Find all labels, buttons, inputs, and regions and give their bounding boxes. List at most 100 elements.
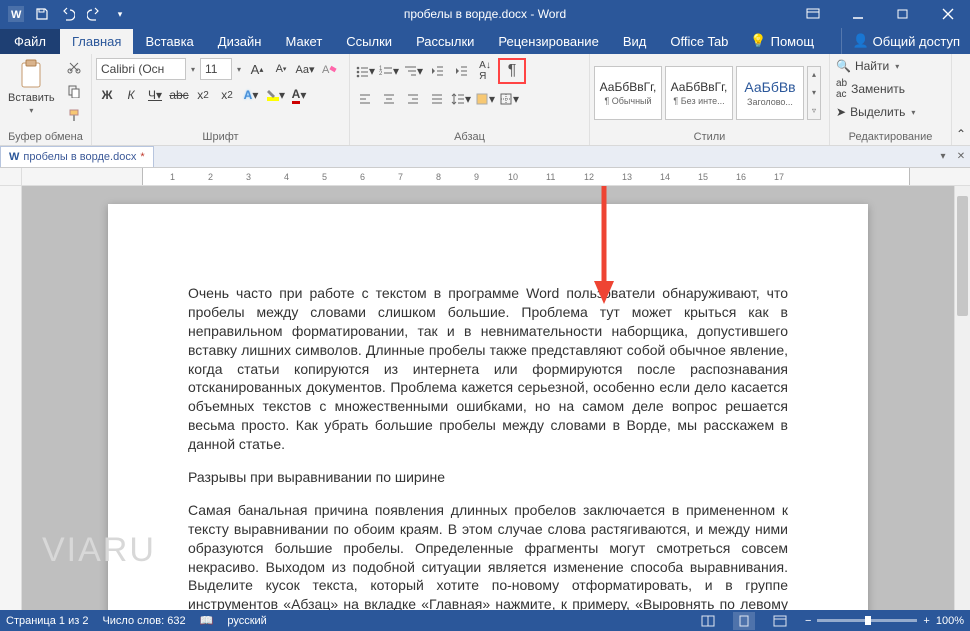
tab-insert[interactable]: Вставка (133, 29, 205, 54)
font-name-input[interactable]: Calibri (Осн (96, 58, 186, 80)
share-button[interactable]: 👤Общий доступ (841, 28, 970, 54)
sort-icon[interactable]: А↓Я (474, 60, 496, 82)
ribbon-options-icon[interactable] (790, 0, 835, 28)
status-page[interactable]: Страница 1 из 2 (6, 615, 88, 627)
tell-me[interactable]: 💡Помощ (740, 28, 824, 54)
cut-icon[interactable] (63, 56, 85, 78)
close-button[interactable] (925, 0, 970, 28)
status-spellcheck-icon[interactable]: 📖 (200, 614, 214, 627)
zoom-level[interactable]: 100% (936, 615, 964, 627)
styles-up-icon[interactable]: ▴ (808, 70, 820, 79)
web-layout-icon[interactable] (769, 612, 791, 630)
svg-text:7: 7 (398, 172, 403, 182)
vertical-scrollbar[interactable] (954, 186, 970, 610)
align-right-icon[interactable] (402, 88, 424, 110)
status-word-count[interactable]: Число слов: 632 (102, 615, 185, 627)
doctab-close-icon[interactable]: ✕ (952, 148, 970, 166)
horizontal-ruler[interactable]: 1234567891011121314151617 (0, 168, 970, 186)
italic-icon[interactable]: К (120, 84, 142, 106)
tab-references[interactable]: Ссылки (334, 29, 404, 54)
font-size-input[interactable]: 11 (200, 58, 232, 80)
shading-icon[interactable]: ▾ (474, 88, 496, 110)
document-canvas[interactable]: Очень часто при работе с текстом в прогр… (22, 186, 954, 610)
styles-down-icon[interactable]: ▾ (808, 88, 820, 97)
multilevel-list-icon[interactable]: ▾ (402, 60, 424, 82)
svg-text:6: 6 (360, 172, 365, 182)
justify-icon[interactable] (426, 88, 448, 110)
increase-indent-icon[interactable] (450, 60, 472, 82)
tab-home[interactable]: Главная (60, 29, 133, 54)
maximize-button[interactable] (880, 0, 925, 28)
style-normal[interactable]: АаБбВвГг,¶ Обычный (594, 66, 662, 120)
status-language[interactable]: русский (227, 615, 266, 627)
styles-more-icon[interactable]: ▿ (808, 106, 820, 115)
paste-button[interactable]: Вставить ▾ (4, 56, 59, 117)
tab-mailings[interactable]: Рассылки (404, 29, 486, 54)
tab-design[interactable]: Дизайн (206, 29, 274, 54)
line-spacing-icon[interactable]: ▾ (450, 88, 472, 110)
show-hide-pilcrow-button[interactable]: ¶ (498, 58, 526, 84)
svg-text:8: 8 (436, 172, 441, 182)
font-size-dd[interactable]: ▾ (234, 65, 244, 74)
zoom-slider[interactable] (817, 619, 917, 622)
svg-text:9: 9 (474, 172, 479, 182)
document-tab[interactable]: W пробелы в ворде.docx * (0, 146, 154, 167)
svg-text:17: 17 (774, 172, 784, 182)
clear-formatting-icon[interactable]: A (318, 58, 340, 80)
vertical-ruler[interactable] (0, 186, 22, 610)
font-name-dd[interactable]: ▾ (188, 65, 198, 74)
bold-icon[interactable]: Ж (96, 84, 118, 106)
scrollbar-thumb[interactable] (957, 196, 968, 316)
borders-icon[interactable]: ▾ (498, 88, 520, 110)
superscript-icon[interactable]: x2 (216, 84, 238, 106)
numbering-icon[interactable]: 12▾ (378, 60, 400, 82)
font-color-icon[interactable]: A▾ (288, 84, 310, 106)
tab-review[interactable]: Рецензирование (486, 29, 610, 54)
format-painter-icon[interactable] (63, 104, 85, 126)
group-font: Calibri (Осн▾ 11▾ A▴ A▾ Aa▾ A Ж К Ч▾ abc… (92, 54, 350, 145)
align-center-icon[interactable] (378, 88, 400, 110)
zoom-control: − + 100% (805, 615, 964, 627)
grow-font-icon[interactable]: A▴ (246, 58, 268, 80)
style-heading1[interactable]: АаБбВвЗаголово... (736, 66, 804, 120)
find-button[interactable]: 🔍Найти▾ (834, 58, 917, 74)
copy-icon[interactable] (63, 80, 85, 102)
tab-office-tab[interactable]: Office Tab (658, 29, 740, 54)
minimize-button[interactable] (835, 0, 880, 28)
qat-customize-icon[interactable]: ▾ (108, 3, 132, 25)
zoom-out-button[interactable]: − (805, 615, 811, 627)
read-mode-icon[interactable] (697, 612, 719, 630)
print-layout-icon[interactable] (733, 612, 755, 630)
word-app-icon[interactable]: W (4, 3, 28, 25)
shrink-font-icon[interactable]: A▾ (270, 58, 292, 80)
select-button[interactable]: ➤Выделить▾ (834, 104, 917, 120)
decrease-indent-icon[interactable] (426, 60, 448, 82)
zoom-in-button[interactable]: + (923, 615, 929, 627)
replace-button[interactable]: abacЗаменить (834, 77, 917, 101)
collapse-ribbon-icon[interactable]: ⌃ (952, 54, 970, 145)
change-case-icon[interactable]: Aa▾ (294, 58, 316, 80)
tab-layout[interactable]: Макет (273, 29, 334, 54)
strikethrough-icon[interactable]: abc (168, 84, 190, 106)
style-no-spacing[interactable]: АаБбВвГг,¶ Без инте... (665, 66, 733, 120)
undo-icon[interactable] (56, 3, 80, 25)
redo-icon[interactable] (82, 3, 106, 25)
paragraph-1[interactable]: Очень часто при работе с текстом в прогр… (188, 284, 788, 454)
save-icon[interactable] (30, 3, 54, 25)
paragraph-2[interactable]: Самая банальная причина появления длинны… (188, 501, 788, 610)
text-effects-icon[interactable]: A▾ (240, 84, 262, 106)
ruler-toggle-icon[interactable] (0, 168, 22, 185)
subscript-icon[interactable]: x2 (192, 84, 214, 106)
cursor-icon: ➤ (836, 105, 846, 119)
document-page[interactable]: Очень часто при работе с текстом в прогр… (108, 204, 868, 610)
bullets-icon[interactable]: ▾ (354, 60, 376, 82)
group-clipboard-label: Буфер обмена (4, 129, 87, 145)
align-left-icon[interactable] (354, 88, 376, 110)
doctab-list-icon[interactable]: ▾ (934, 148, 952, 166)
underline-icon[interactable]: Ч▾ (144, 84, 166, 106)
highlight-icon[interactable]: ▾ (264, 84, 286, 106)
tab-file[interactable]: Файл (0, 29, 60, 54)
document-tab-name: пробелы в ворде.docx (23, 151, 136, 163)
section-heading[interactable]: Разрывы при выравнивании по ширине (188, 468, 788, 487)
tab-view[interactable]: Вид (611, 29, 659, 54)
